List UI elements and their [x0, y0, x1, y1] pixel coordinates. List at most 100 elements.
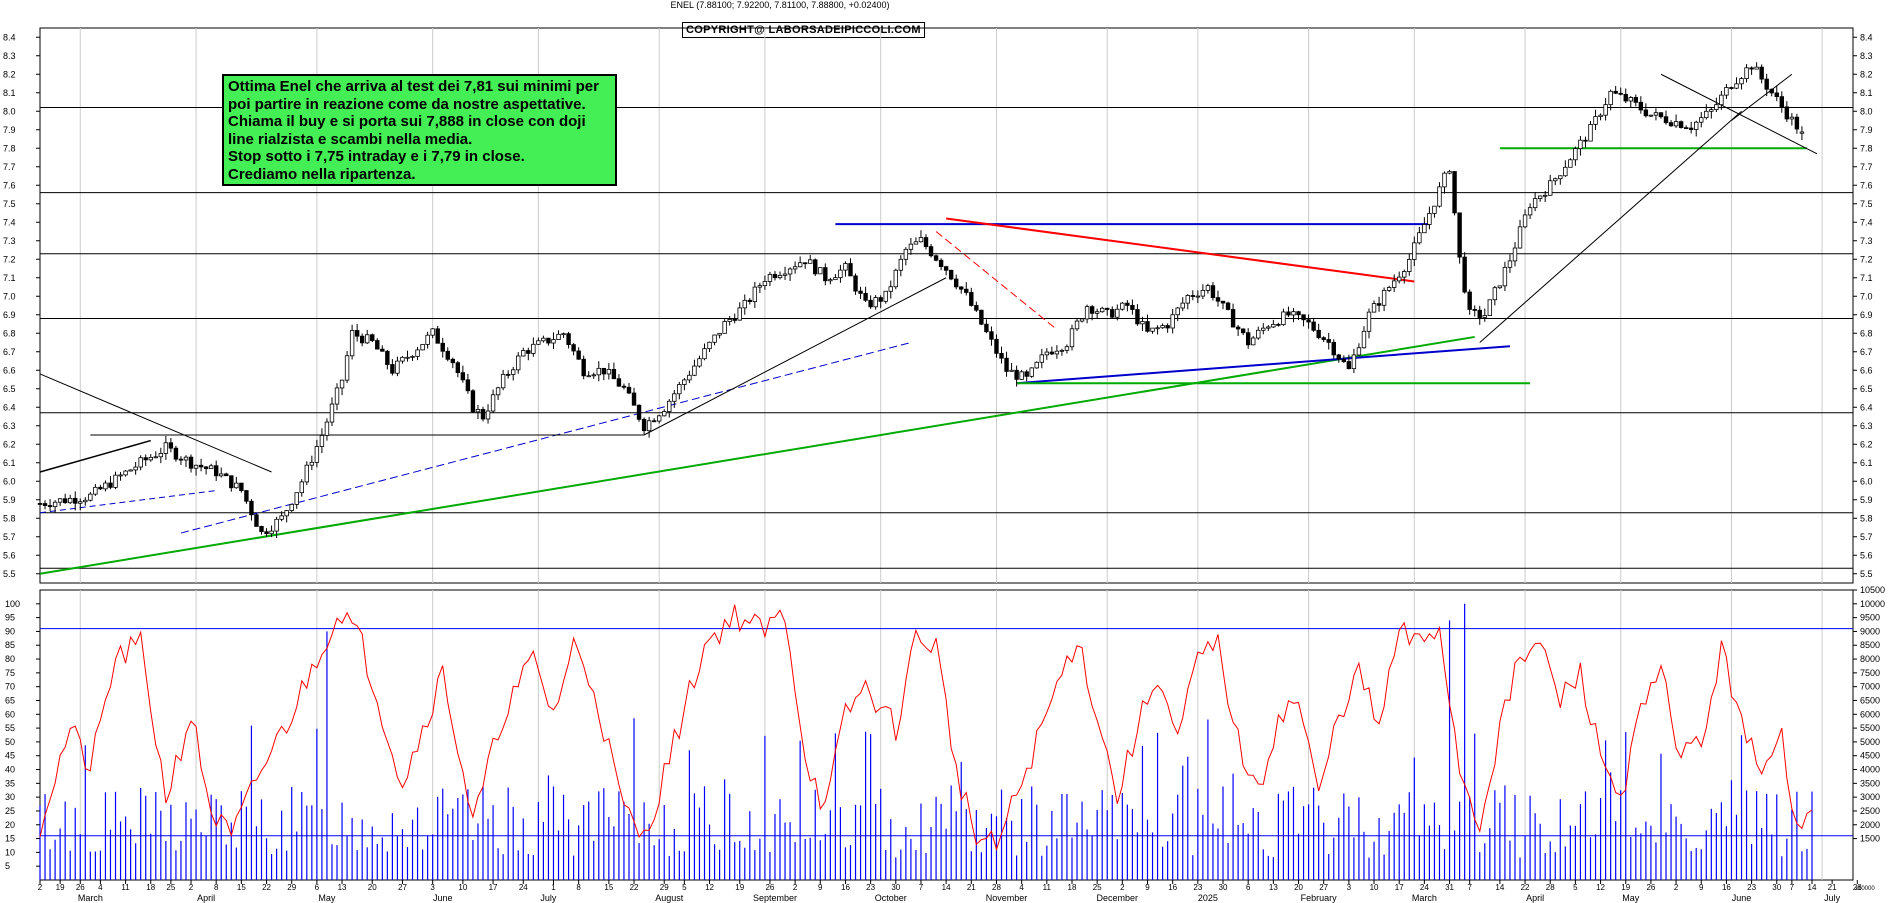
candle [1220, 300, 1226, 310]
candle [511, 366, 516, 381]
candle [485, 404, 491, 424]
candle [1628, 96, 1633, 108]
candle-body [178, 458, 184, 461]
candle [1301, 314, 1306, 327]
price-tick-label-right: 5.5 [1860, 569, 1873, 579]
candle [888, 280, 893, 299]
candle-body [42, 503, 48, 506]
price-tick-label-left: 7.4 [3, 217, 16, 227]
candle-body [918, 237, 924, 243]
candle [521, 347, 526, 357]
candle-body [1789, 116, 1795, 120]
candle-body [1794, 116, 1800, 130]
candle [62, 493, 68, 504]
x-month-label: May [1622, 893, 1640, 903]
candle [1427, 206, 1432, 230]
candle [1789, 113, 1795, 126]
candle-body [1407, 259, 1412, 272]
candle-body [1366, 311, 1372, 332]
candle-body [959, 286, 964, 290]
candle [818, 267, 823, 275]
candle-body [1175, 307, 1180, 316]
candle [762, 275, 768, 290]
candle-body [1351, 354, 1357, 370]
candle [1306, 314, 1311, 329]
candle [430, 328, 435, 339]
x-tick-label: 13 [1269, 883, 1278, 892]
candle [959, 286, 964, 294]
candle-body [1064, 346, 1070, 351]
candle [78, 498, 83, 511]
candle [908, 237, 914, 255]
candle [1729, 86, 1734, 90]
candle-body [641, 418, 647, 432]
candle-body [933, 255, 939, 261]
candle [128, 469, 133, 472]
candle [133, 462, 138, 475]
candle-body [576, 350, 581, 360]
candle-body [777, 274, 783, 279]
candle-body [1235, 326, 1241, 330]
candle [883, 290, 888, 304]
candle-body [1341, 358, 1347, 362]
candle-body [344, 355, 350, 381]
candle-body [1105, 307, 1110, 310]
candle [1678, 120, 1684, 129]
candle-body [858, 290, 863, 294]
candle [742, 294, 747, 315]
candle-body [646, 420, 652, 432]
candle-body [47, 505, 53, 508]
candle-body [1497, 285, 1503, 289]
candle [1537, 195, 1543, 202]
candle-body [259, 526, 264, 533]
candle-body [1200, 289, 1206, 297]
candle-body [1784, 106, 1790, 120]
candle [752, 282, 758, 308]
candle-body [1699, 117, 1704, 123]
candle [1215, 290, 1221, 307]
candle-body [475, 408, 481, 413]
x-tick-label: 3 [1347, 883, 1352, 892]
candle-body [128, 469, 133, 472]
candle [213, 460, 219, 481]
oscillator-tick-label: 45 [5, 751, 15, 761]
x-tick-label: 4 [1019, 883, 1024, 892]
x-tick-label: 20 [368, 883, 377, 892]
candle [1784, 101, 1790, 122]
candle [1245, 328, 1251, 349]
price-tick-label-right: 6.9 [1860, 310, 1873, 320]
candle [289, 503, 294, 512]
price-tick-label-left: 6.9 [3, 310, 16, 320]
price-tick-label-right: 5.9 [1860, 495, 1873, 505]
candle [1105, 307, 1110, 316]
volume-tick-label: 2500 [1860, 806, 1880, 816]
candle-body [113, 474, 118, 488]
candle [1774, 85, 1779, 102]
candle [717, 332, 722, 339]
candle-body [954, 278, 959, 288]
candle [1517, 219, 1523, 249]
candle-body [1719, 94, 1724, 106]
candle-body [1447, 171, 1452, 174]
candle-body [1694, 121, 1699, 130]
candle-body [1467, 291, 1472, 310]
candle-body [1472, 309, 1477, 311]
candle [1170, 309, 1175, 334]
candle [1205, 283, 1211, 294]
candle-body [813, 259, 818, 275]
candle [1251, 335, 1256, 346]
candle [1442, 171, 1447, 194]
x-tick-label: 2 [38, 883, 43, 892]
candle [1402, 269, 1407, 284]
price-tick-label-left: 5.9 [3, 495, 16, 505]
x-month-label: March [1412, 893, 1437, 903]
candle-body [586, 375, 591, 378]
x-month-label: September [753, 893, 797, 903]
candle [173, 445, 179, 462]
black-trendline [1660, 73, 1818, 155]
candle-body [1558, 175, 1563, 180]
candle-body [1633, 97, 1639, 103]
candle-body [1160, 325, 1165, 329]
candle-body [1548, 180, 1553, 196]
candle-body [1306, 319, 1311, 323]
